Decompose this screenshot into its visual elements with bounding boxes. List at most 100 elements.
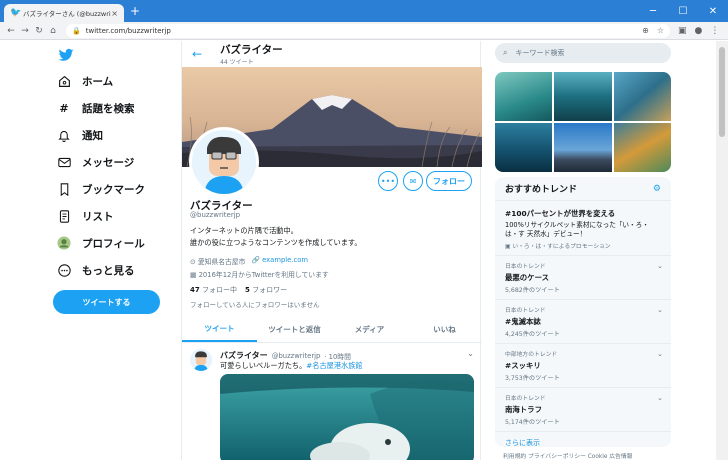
nav-item-lists[interactable]: リスト bbox=[56, 205, 114, 227]
trend-item[interactable]: 日本のトレンド 最悪のケース 5,682件のツイート ⌄ bbox=[495, 256, 671, 300]
new-tab-button[interactable]: + bbox=[130, 4, 140, 18]
chevron-down-icon[interactable]: ⌄ bbox=[657, 394, 663, 402]
account-icon[interactable]: ● bbox=[695, 26, 703, 36]
search-placeholder: キーワード検索 bbox=[515, 49, 565, 57]
trend-item-promoted[interactable]: #100パーセントが世界を変える 100%リサイクルペット素材になった「い・ろ・… bbox=[495, 201, 671, 256]
scrollbar[interactable] bbox=[716, 41, 728, 460]
settings-gear-icon[interactable]: ⚙ bbox=[653, 184, 661, 194]
trend-category: 日本のトレンド bbox=[505, 396, 546, 402]
home-browser-icon[interactable]: ⌂ bbox=[46, 26, 60, 36]
tweet-time[interactable]: · 10時間 bbox=[324, 351, 351, 361]
location-icon: ⊙ bbox=[190, 258, 196, 266]
back-arrow-icon[interactable]: ← bbox=[192, 47, 202, 61]
mail-icon bbox=[56, 154, 72, 170]
minimize-button[interactable]: ─ bbox=[638, 0, 668, 22]
tab-tweets[interactable]: ツイート bbox=[182, 317, 257, 342]
nav-item-more[interactable]: もっと見る bbox=[56, 259, 135, 281]
tweet-header: バズライター @buzzwriterjp · 10時間 bbox=[220, 350, 351, 361]
tweet-image[interactable] bbox=[220, 374, 474, 460]
chevron-down-icon[interactable]: ⌄ bbox=[657, 350, 663, 358]
chevron-down-icon[interactable]: ⌄ bbox=[467, 349, 474, 358]
browser-tab[interactable]: 🐦 バズライターさん (@buzzwriterjp) / T × bbox=[4, 4, 124, 22]
profile-avatar[interactable] bbox=[189, 127, 259, 197]
extension-icon[interactable]: ▣ bbox=[678, 26, 687, 36]
trends-panel: おすすめトレンド ⚙ #100パーセントが世界を変える 100%リサイクルペット… bbox=[495, 177, 671, 447]
back-icon[interactable]: ← bbox=[4, 26, 18, 36]
tab-tweets-replies[interactable]: ツイートと返信 bbox=[257, 317, 332, 342]
trend-count: 5,174件のツイート bbox=[505, 419, 560, 426]
tweet-author[interactable]: バズライター bbox=[220, 350, 268, 361]
menu-icon[interactable]: ⋮ bbox=[710, 26, 719, 36]
nav-item-messages[interactable]: メッセージ bbox=[56, 151, 134, 173]
trend-item[interactable]: 中部地方のトレンド #スッキリ 3,753件のツイート ⌄ bbox=[495, 344, 671, 388]
nav-item-bookmarks[interactable]: ブックマーク bbox=[56, 178, 145, 200]
trend-desc: 100%リサイクルペット素材になった「い・ろ・は・す 天然水」デビュー！ bbox=[505, 221, 649, 238]
close-window-button[interactable]: ✕ bbox=[698, 0, 728, 22]
scrollbar-thumb[interactable] bbox=[719, 47, 725, 137]
lock-icon: 🔒 bbox=[72, 26, 81, 35]
window-controls: ─ ☐ ✕ bbox=[638, 0, 728, 22]
star-icon[interactable]: ☆ bbox=[657, 26, 664, 35]
gallery-photo[interactable] bbox=[554, 123, 612, 172]
tab-media[interactable]: メディア bbox=[332, 317, 407, 342]
bookmark-icon bbox=[56, 181, 72, 197]
bell-icon bbox=[56, 127, 72, 143]
gallery-photo[interactable] bbox=[613, 123, 671, 172]
reload-icon[interactable]: ↻ bbox=[32, 26, 46, 36]
chevron-down-icon[interactable]: ⌄ bbox=[657, 262, 663, 270]
profile-link[interactable]: example.com bbox=[262, 256, 308, 264]
joined-date: 2016年12月からTwitterを利用しています bbox=[198, 271, 329, 279]
nav-item-explore[interactable]: # 話題を検索 bbox=[56, 97, 134, 119]
nav-item-home[interactable]: ホーム bbox=[56, 70, 113, 92]
follow-button[interactable]: フォロー bbox=[426, 171, 472, 191]
tweet-button[interactable]: ツイートする bbox=[53, 290, 160, 314]
gallery-photo[interactable] bbox=[495, 123, 553, 172]
nav-item-notifications[interactable]: 通知 bbox=[56, 124, 103, 146]
tweet-avatar[interactable] bbox=[190, 349, 212, 371]
calendar-icon: ▦ bbox=[190, 271, 197, 279]
tab-likes[interactable]: いいね bbox=[407, 317, 482, 342]
twitter-favicon-icon: 🐦 bbox=[10, 7, 22, 18]
forward-icon[interactable]: → bbox=[18, 26, 32, 36]
url-text: twitter.com/buzzwriterjp bbox=[85, 26, 171, 35]
following-stat[interactable]: 47 フォロー中 bbox=[190, 285, 237, 295]
tab-close-icon[interactable]: × bbox=[111, 9, 118, 18]
followers-stat[interactable]: 5 フォロワー bbox=[245, 285, 287, 295]
trend-name: #スッキリ bbox=[505, 361, 541, 370]
maximize-button[interactable]: ☐ bbox=[668, 0, 698, 22]
header-tweet-count: 44 ツイート bbox=[220, 59, 254, 66]
more-icon bbox=[56, 262, 72, 278]
nav-item-profile[interactable]: プロフィール bbox=[56, 232, 145, 254]
trend-category: 中部地方のトレンド bbox=[505, 352, 558, 358]
media-gallery bbox=[495, 72, 671, 172]
chevron-down-icon[interactable]: ⌄ bbox=[657, 306, 663, 314]
footer-links[interactable]: 利用規約 プライバシーポリシー Cookie 広告情報 bbox=[503, 451, 632, 460]
trend-name: 最悪のケース bbox=[505, 273, 549, 282]
gallery-photo[interactable] bbox=[613, 72, 671, 121]
promoted-icon: ▣ bbox=[505, 244, 511, 250]
profile-tabs: ツイート ツイートと返信 メディア いいね bbox=[182, 317, 482, 343]
tweet[interactable]: バズライター @buzzwriterjp · 10時間 ⌄ 可愛らしいベルーガた… bbox=[182, 343, 482, 460]
search-icon: ⌕ bbox=[503, 48, 508, 57]
nav-label: もっと見る bbox=[82, 264, 135, 277]
browser-titlebar: 🐦 バズライターさん (@buzzwriterjp) / T × + ─ ☐ ✕ bbox=[0, 0, 728, 22]
trend-category: 日本のトレンド bbox=[505, 308, 546, 314]
ellipsis-icon: ••• bbox=[380, 176, 396, 186]
hashtag-link[interactable]: #名古屋港水族館 bbox=[306, 361, 362, 370]
url-input[interactable]: 🔒 twitter.com/buzzwriterjp ⊕ ☆ bbox=[66, 23, 670, 38]
twitter-logo-icon[interactable] bbox=[58, 47, 74, 63]
trend-item[interactable]: 日本のトレンド #鬼滅本誌 4,245件のツイート ⌄ bbox=[495, 300, 671, 344]
gallery-photo[interactable] bbox=[495, 72, 553, 121]
nav-label: メッセージ bbox=[82, 156, 135, 169]
search-input[interactable]: ⌕ キーワード検索 bbox=[495, 43, 671, 63]
tab-title: バズライターさん (@buzzwriterjp) / T bbox=[23, 10, 111, 18]
message-button[interactable]: ✉ bbox=[403, 171, 423, 191]
gallery-photo[interactable] bbox=[554, 72, 612, 121]
install-icon[interactable]: ⊕ bbox=[642, 26, 649, 35]
profile-meta: ⊙ 愛知県名古屋市 🔗 example.com bbox=[190, 256, 308, 266]
tweet-handle: @buzzwriterjp bbox=[271, 351, 321, 360]
trend-item[interactable]: 日本のトレンド 南海トラフ 5,174件のツイート ⌄ bbox=[495, 388, 671, 432]
mail-icon: ✉ bbox=[409, 176, 417, 186]
more-options-button[interactable]: ••• bbox=[378, 171, 398, 191]
profile-column: ← バズライター 44 ツイート ••• ✉ フォロー バズライター @buzz… bbox=[181, 41, 482, 460]
